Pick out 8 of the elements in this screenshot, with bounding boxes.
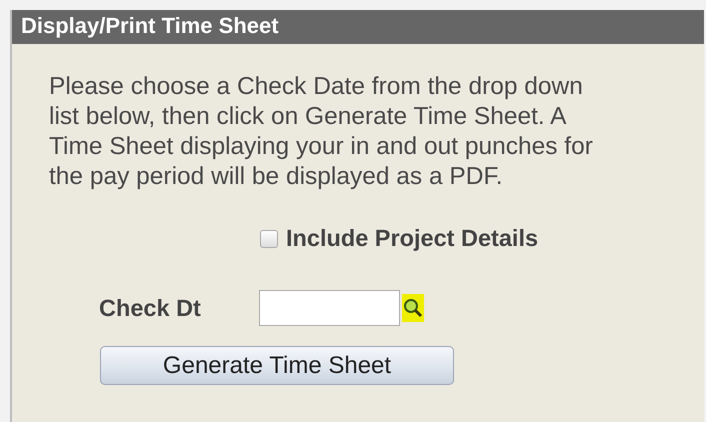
date-field[interactable] [259,290,400,326]
panel-title: Display/Print Time Sheet [21,13,279,38]
checkbox-label: Include Project Details [286,225,538,252]
field-label: Check Dt [99,294,202,322]
checkbox[interactable] [260,230,278,248]
instructions-text: Please choose a Check Date from the drop down list below, then click on Generate Time Sheet. A Time Sheet displaying your in and out punches for the pay period will be displayed as a PDF. [49,72,594,192]
generate-button[interactable]: Generate Time Sheet [100,346,454,385]
search-icon[interactable] [402,294,424,322]
